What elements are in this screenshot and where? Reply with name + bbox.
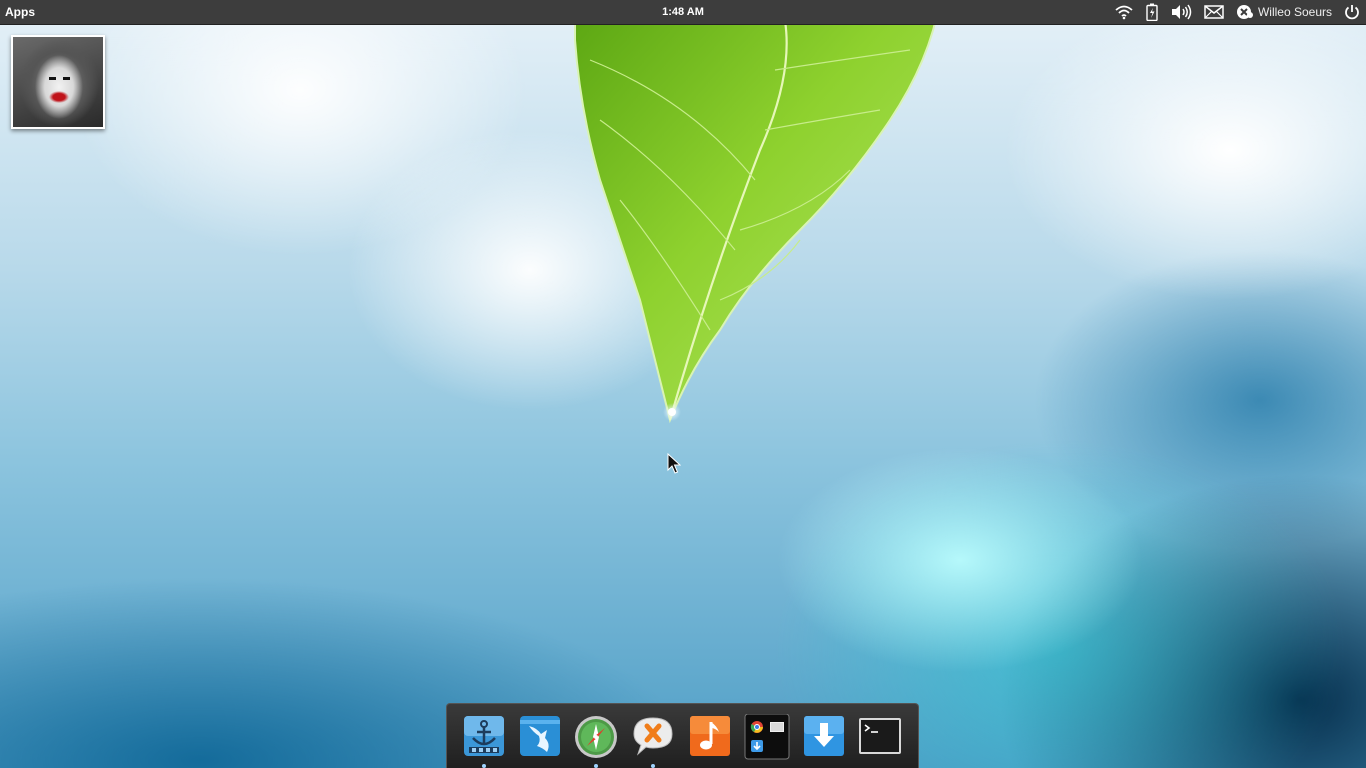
- dock-item-launcher[interactable]: [744, 714, 790, 760]
- chat-app-icon: [633, 717, 673, 756]
- shark-app-icon: [520, 716, 560, 756]
- dock-item-terminal[interactable]: [857, 714, 903, 760]
- top-panel: Apps 1:48 AM Willeo Soeurs: [0, 0, 1366, 25]
- power-icon: [1345, 5, 1359, 20]
- dock-item-chat[interactable]: [630, 714, 676, 768]
- mail-icon: [1204, 5, 1224, 19]
- album-cover-image: [13, 37, 103, 127]
- dock-item-downloads[interactable]: [801, 714, 847, 760]
- dock-item-browser[interactable]: [573, 714, 619, 768]
- battery-icon: [1146, 3, 1158, 21]
- app-launcher-icon: [744, 714, 790, 760]
- shutdown-button[interactable]: [1338, 0, 1366, 24]
- download-icon: [804, 716, 844, 756]
- messaging-indicator[interactable]: [1198, 0, 1230, 24]
- network-indicator[interactable]: [1108, 0, 1140, 24]
- clock[interactable]: 1:48 AM: [662, 6, 704, 18]
- mouse-pointer-icon: [667, 453, 681, 474]
- album-art-widget[interactable]: [11, 35, 105, 129]
- anchor-app-icon: [464, 716, 504, 756]
- music-app-icon: [690, 716, 730, 756]
- indicator-area: Willeo Soeurs: [1108, 0, 1366, 24]
- album-cover-eye-left: [49, 77, 56, 80]
- dock-item-music[interactable]: [687, 714, 733, 760]
- sound-indicator[interactable]: [1164, 0, 1198, 24]
- running-indicator: [482, 764, 486, 768]
- wifi-icon: [1115, 5, 1133, 20]
- session-indicator[interactable]: Willeo Soeurs: [1230, 0, 1338, 24]
- running-indicator: [651, 764, 655, 768]
- album-cover-eye-right: [63, 77, 70, 80]
- dock-item-anchor[interactable]: [461, 714, 507, 768]
- dock: [446, 703, 919, 768]
- dock-item-shark[interactable]: [517, 714, 563, 760]
- wallpaper-leaf: [574, 0, 942, 424]
- running-indicator: [594, 764, 598, 768]
- compass-browser-icon: [575, 716, 617, 758]
- user-name: Willeo Soeurs: [1257, 5, 1332, 19]
- volume-icon: [1171, 4, 1192, 20]
- apps-menu-button[interactable]: Apps: [5, 0, 35, 24]
- power-indicator[interactable]: [1140, 0, 1164, 24]
- terminal-icon: [859, 718, 901, 754]
- user-icon: [1236, 5, 1253, 19]
